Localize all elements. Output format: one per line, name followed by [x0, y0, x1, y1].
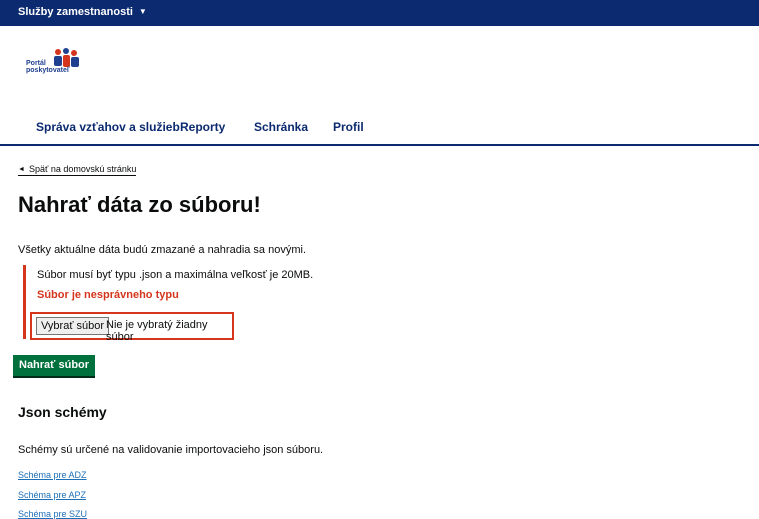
logo-line2: poskytovateľ	[26, 67, 70, 74]
page-title: Nahrať dáta zo súboru!	[18, 192, 261, 217]
file-input[interactable]: Vybrať súbor Nie je vybratý žiadny súbor	[30, 312, 234, 343]
no-file-text: Nie je vybratý žiadny súbor	[106, 319, 208, 343]
upload-button[interactable]: Nahrať súbor	[13, 355, 96, 376]
file-hint: Súbor musí byť typu .json a maximálna ve…	[37, 269, 314, 281]
error-message: Súbor je nesprávneho typu	[37, 289, 179, 301]
nav-item-inbox[interactable]: Schránka	[254, 120, 308, 134]
schema-link-adz[interactable]: Schéma pre ADZ	[18, 470, 87, 480]
schemas-heading: Json schémy	[18, 404, 107, 420]
top-bar: Služby zamestnanosti ▼	[0, 0, 759, 26]
portal-logo[interactable]: Portál poskytovateľ	[20, 48, 90, 76]
chevron-down-icon: ▼	[138, 7, 147, 16]
back-link[interactable]: ◄ Späť na domovskú stránku	[18, 164, 137, 176]
intro-text: Všetky aktuálne dáta budú zmazané a nahr…	[18, 244, 307, 256]
service-menu-label: Služby zamestnanosti	[18, 6, 133, 18]
choose-file-button[interactable]: Vybrať súbor	[36, 317, 110, 335]
schema-link-szu[interactable]: Schéma pre SZU	[18, 509, 87, 519]
logo-line1: Portál	[26, 60, 46, 67]
service-menu[interactable]: Služby zamestnanosti ▼	[18, 6, 147, 18]
schemas-description: Schémy sú určené na validovanie importov…	[18, 444, 324, 456]
schema-link-apz[interactable]: Schéma pre APZ	[18, 490, 86, 500]
main-nav: Správa vzťahov a služieb Reporty Schránk…	[0, 116, 759, 146]
chevron-left-icon: ◄	[18, 166, 25, 173]
back-link-label: Späť na domovskú stránku	[28, 164, 137, 174]
nav-item-relations[interactable]: Správa vzťahov a služieb	[36, 120, 180, 134]
nav-item-profile[interactable]: Profil	[333, 120, 364, 134]
nav-item-reports[interactable]: Reporty	[180, 120, 225, 134]
